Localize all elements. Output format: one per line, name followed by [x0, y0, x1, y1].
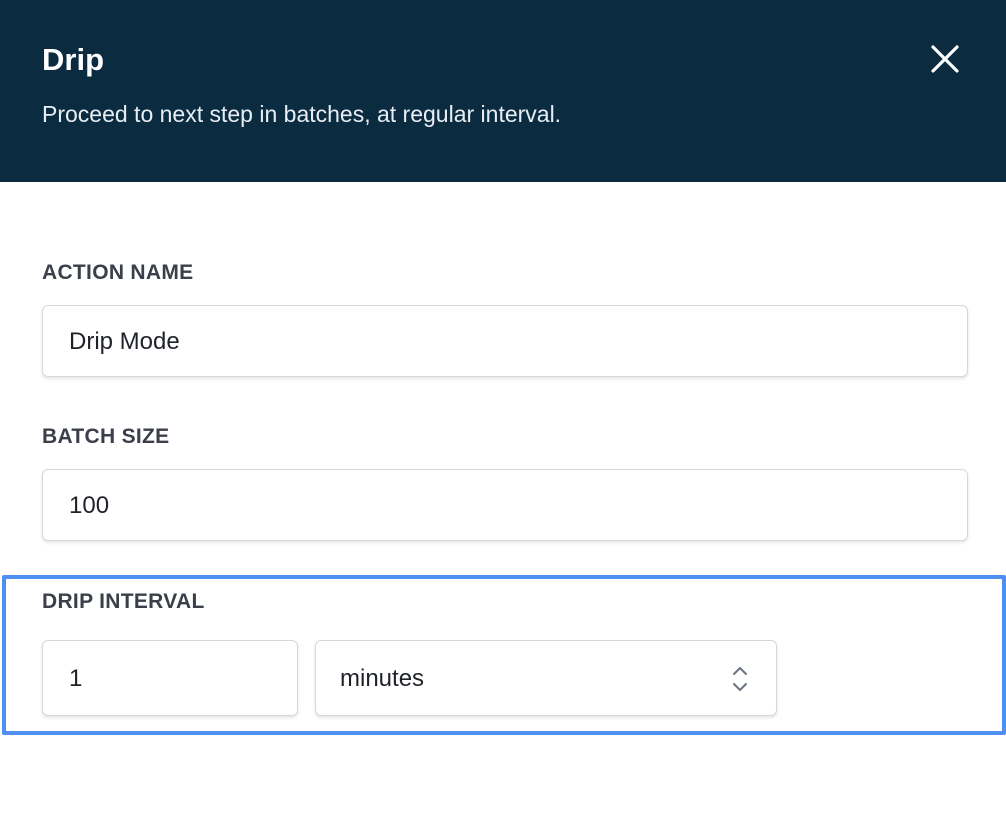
- batch-size-input[interactable]: 100: [42, 469, 968, 541]
- close-button[interactable]: [922, 36, 968, 82]
- close-icon: [931, 45, 959, 73]
- action-name-field: ACTION NAME Drip Mode: [42, 259, 970, 377]
- action-name-label: ACTION NAME: [42, 261, 194, 284]
- panel-subtitle: Proceed to next step in batches, at regu…: [42, 101, 562, 127]
- drip-interval-field: DRIP INTERVAL: [42, 588, 970, 616]
- drip-interval-input[interactable]: 1: [42, 640, 298, 716]
- chevron-up-down-icon: [730, 663, 750, 695]
- drip-interval-label: DRIP INTERVAL: [42, 590, 205, 613]
- batch-size-field: BATCH SIZE 100: [42, 423, 970, 541]
- batch-size-label: BATCH SIZE: [42, 425, 170, 448]
- drip-interval-unit-value: minutes: [340, 665, 425, 692]
- action-name-input[interactable]: Drip Mode: [42, 305, 968, 377]
- drip-interval-unit-select[interactable]: minutes: [315, 640, 777, 716]
- panel-header: Drip Proceed to next step in batches, at…: [0, 0, 1006, 182]
- panel-title: Drip: [42, 42, 104, 77]
